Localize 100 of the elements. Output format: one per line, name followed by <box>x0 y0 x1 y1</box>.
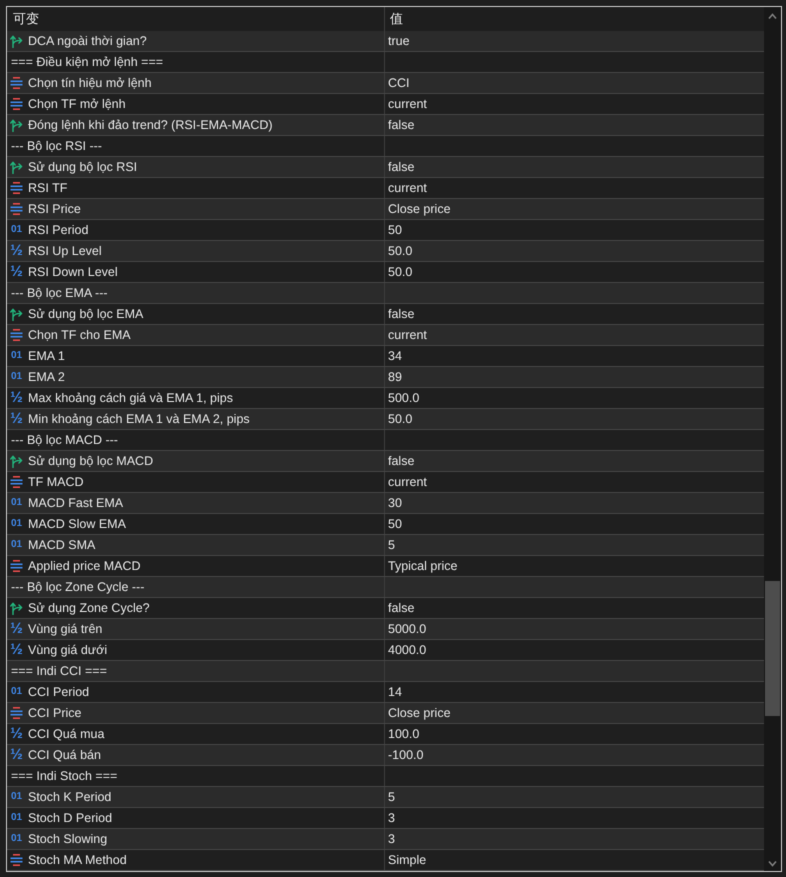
property-value[interactable]: -100.0 <box>388 748 424 762</box>
property-value[interactable]: 5 <box>388 790 395 804</box>
property-row[interactable]: Đóng lệnh khi đảo trend? (RSI-EMA-MACD) false <box>7 115 764 136</box>
section-title: --- Bộ lọc EMA --- <box>11 286 108 300</box>
property-row[interactable]: ½ RSI Up Level 50.0 <box>7 241 764 262</box>
property-value[interactable]: 50.0 <box>388 412 412 426</box>
property-name: RSI Up Level <box>28 244 102 258</box>
property-value[interactable]: Typical price <box>388 559 458 573</box>
scrollbar-thumb[interactable] <box>765 581 780 716</box>
section-title: === Indi Stoch === <box>11 769 118 783</box>
property-value[interactable]: 3 <box>388 832 395 846</box>
property-row[interactable]: RSI TF current <box>7 178 764 199</box>
property-value[interactable]: 3 <box>388 811 395 825</box>
property-row[interactable]: Stoch MA Method Simple <box>7 850 764 871</box>
property-value[interactable]: 50 <box>388 517 402 531</box>
property-value[interactable]: current <box>388 475 427 489</box>
section-title: --- Bộ lọc MACD --- <box>11 433 118 447</box>
property-value[interactable]: false <box>388 601 414 615</box>
property-row[interactable]: DCA ngoài thời gian? true <box>7 31 764 52</box>
property-row[interactable]: 01 MACD SMA 5 <box>7 535 764 556</box>
property-row[interactable]: 01 RSI Period 50 <box>7 220 764 241</box>
property-value[interactable]: 30 <box>388 496 402 510</box>
property-value[interactable]: current <box>388 97 427 111</box>
property-value[interactable]: CCI <box>388 76 410 90</box>
property-value[interactable]: current <box>388 328 427 342</box>
property-name: Sử dụng bộ lọc MACD <box>28 454 154 468</box>
property-row[interactable]: Sử dụng Zone Cycle? false <box>7 598 764 619</box>
property-row[interactable]: 01 Stoch K Period 5 <box>7 787 764 808</box>
type-label: ½ <box>10 391 23 405</box>
property-row[interactable]: Sử dụng bộ lọc RSI false <box>7 157 764 178</box>
property-row[interactable]: ½ Max khoảng cách giá và EMA 1, pips 500.0 <box>7 388 764 409</box>
property-row[interactable]: ½ RSI Down Level 50.0 <box>7 262 764 283</box>
property-name: Applied price MACD <box>28 559 141 573</box>
property-row[interactable]: ½ Min khoảng cách EMA 1 và EMA 2, pips 50.0 <box>7 409 764 430</box>
property-value[interactable]: 50.0 <box>388 265 412 279</box>
property-name: MACD SMA <box>28 538 96 552</box>
property-row[interactable]: Chọn TF cho EMA current <box>7 325 764 346</box>
property-name: Max khoảng cách giá và EMA 1, pips <box>28 391 233 405</box>
property-name: CCI Quá bán <box>28 748 101 762</box>
property-value[interactable]: Simple <box>388 853 426 867</box>
property-row[interactable]: TF MACD current <box>7 472 764 493</box>
property-name: Min khoảng cách EMA 1 và EMA 2, pips <box>28 412 250 426</box>
fork-arrow-icon <box>10 454 23 468</box>
property-value[interactable]: 4000.0 <box>388 643 426 657</box>
property-row[interactable]: 01 Stoch D Period 3 <box>7 808 764 829</box>
property-name: Vùng giá dưới <box>28 643 108 657</box>
property-name: Chọn TF mở lệnh <box>28 97 126 111</box>
property-row[interactable]: Sử dụng bộ lọc MACD false <box>7 451 764 472</box>
property-row[interactable]: 01 MACD Slow EMA 50 <box>7 514 764 535</box>
type-label: 01 <box>10 832 23 846</box>
section-row[interactable]: --- Bộ lọc Zone Cycle --- <box>7 577 764 598</box>
property-name: RSI Period <box>28 223 88 237</box>
section-row[interactable]: --- Bộ lọc MACD --- <box>7 430 764 451</box>
section-row[interactable]: === Indi Stoch === <box>7 766 764 787</box>
property-value[interactable]: 5000.0 <box>388 622 426 636</box>
section-row[interactable]: === Indi CCI === <box>7 661 764 682</box>
property-value[interactable]: 89 <box>388 370 402 384</box>
property-value[interactable]: 14 <box>388 685 402 699</box>
property-row[interactable]: 01 EMA 2 89 <box>7 367 764 388</box>
property-row[interactable]: 01 CCI Period 14 <box>7 682 764 703</box>
property-row[interactable]: 01 Stoch Slowing 3 <box>7 829 764 850</box>
property-value[interactable]: 34 <box>388 349 402 363</box>
property-row[interactable]: Chọn tín hiệu mở lệnh CCI <box>7 73 764 94</box>
property-value[interactable]: current <box>388 181 427 195</box>
property-row[interactable]: 01 EMA 1 34 <box>7 346 764 367</box>
property-name: Sử dụng bộ lọc RSI <box>28 160 138 174</box>
property-value[interactable]: Close price <box>388 202 451 216</box>
property-name: TF MACD <box>28 475 84 489</box>
property-name: CCI Price <box>28 706 82 720</box>
section-row[interactable]: === Điều kiện mở lệnh === <box>7 52 764 73</box>
property-value[interactable]: 500.0 <box>388 391 420 405</box>
property-value[interactable]: Close price <box>388 706 451 720</box>
type-label: 01 <box>10 517 23 531</box>
property-row[interactable]: Applied price MACD Typical price <box>7 556 764 577</box>
property-name: RSI TF <box>28 181 68 195</box>
list-lines-icon <box>10 476 23 488</box>
section-row[interactable]: --- Bộ lọc EMA --- <box>7 283 764 304</box>
property-row[interactable]: ½ Vùng giá dưới 4000.0 <box>7 640 764 661</box>
property-row[interactable]: CCI Price Close price <box>7 703 764 724</box>
property-value[interactable]: 5 <box>388 538 395 552</box>
property-row[interactable]: Sử dụng bộ lọc EMA false <box>7 304 764 325</box>
property-name: Sử dụng bộ lọc EMA <box>28 307 144 321</box>
property-row[interactable]: Chọn TF mở lệnh current <box>7 94 764 115</box>
property-row[interactable]: ½ CCI Quá mua 100.0 <box>7 724 764 745</box>
property-value[interactable]: false <box>388 160 414 174</box>
property-row[interactable]: ½ CCI Quá bán -100.0 <box>7 745 764 766</box>
property-value[interactable]: false <box>388 307 414 321</box>
property-value[interactable]: 50 <box>388 223 402 237</box>
property-row[interactable]: 01 MACD Fast EMA 30 <box>7 493 764 514</box>
property-row[interactable]: ½ Vùng giá trên 5000.0 <box>7 619 764 640</box>
property-value[interactable]: false <box>388 454 414 468</box>
property-value[interactable]: false <box>388 118 414 132</box>
property-value[interactable]: true <box>388 34 410 48</box>
list-lines-icon <box>10 854 23 866</box>
section-row[interactable]: --- Bộ lọc RSI --- <box>7 136 764 157</box>
property-value[interactable]: 50.0 <box>388 244 412 258</box>
type-label: ½ <box>10 265 23 279</box>
scrollbar[interactable] <box>764 7 781 871</box>
property-value[interactable]: 100.0 <box>388 727 420 741</box>
property-row[interactable]: RSI Price Close price <box>7 199 764 220</box>
